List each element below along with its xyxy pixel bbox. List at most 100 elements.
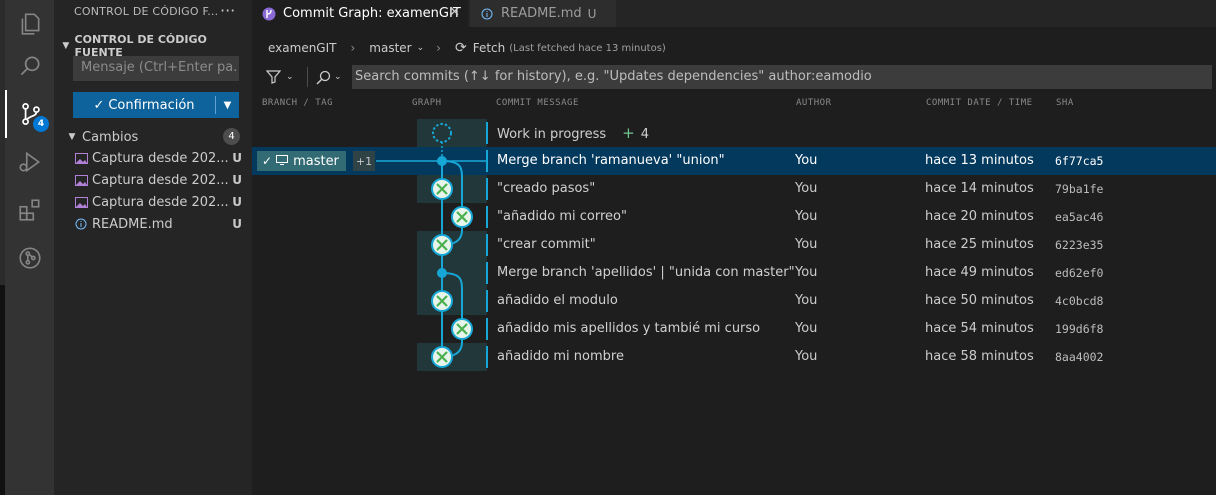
commit-message: "crear commit" [497, 237, 596, 252]
commit-sha: 8aa4002 [1055, 350, 1104, 364]
table-row[interactable]: añadido mi nombre You hace 58 minutos 8a… [252, 343, 1216, 371]
table-row[interactable]: añadido el modulo You hace 50 minutos 4c… [252, 287, 1216, 315]
repo-name[interactable]: examenGIT [268, 41, 336, 55]
commit-date: hace 25 minutos [925, 237, 1034, 252]
commit-message-input[interactable]: Mensaje (Ctrl+Enter pa... [73, 56, 239, 81]
table-row[interactable]: "añadido mi correo" You hace 20 minutos … [252, 203, 1216, 231]
check-icon: ✓ [93, 97, 105, 113]
tab-label: Commit Graph: examenGIT [283, 6, 461, 21]
chevron-down-icon: ▼ [68, 132, 76, 142]
more-branches-tag[interactable]: +1 [353, 151, 375, 171]
column-header-message[interactable]: COMMIT MESSAGE [496, 98, 579, 112]
close-icon[interactable]: ✕ [449, 5, 460, 20]
wip-label: Work in progress [497, 127, 607, 142]
fetch-button[interactable]: Fetch [473, 41, 506, 55]
commit-sha: 79ba1fe [1055, 182, 1104, 196]
table-row[interactable]: Merge branch 'apellidos' | "unida con ma… [252, 259, 1216, 287]
changes-group[interactable]: ▼ Cambios 4 [66, 127, 246, 147]
table-row[interactable]: Merge branch 'ramanueva' "union" You hac… [252, 147, 1216, 175]
graph-row-bg [417, 119, 487, 147]
commit-author: You [795, 181, 818, 196]
explorer-icon[interactable] [5, 0, 54, 48]
commit-date: hace 54 minutos [925, 321, 1034, 336]
branch-tag-label: master [293, 153, 339, 169]
graph-row-bg [417, 231, 487, 259]
tab-status: U [587, 6, 597, 21]
changes-label: Cambios [82, 129, 139, 145]
commit-date: hace 13 minutos [925, 153, 1034, 168]
refresh-icon[interactable]: ⟳ [455, 40, 467, 56]
commit-main-button[interactable]: ✓ Confirmación [73, 98, 215, 113]
extensions-icon[interactable] [5, 186, 54, 234]
list-item[interactable]: README.md U [74, 213, 242, 235]
info-icon [480, 7, 494, 21]
commit-date: hace 14 minutos [925, 181, 1034, 196]
file-name: README.md [92, 216, 173, 232]
commit-message: Merge branch 'apellidos' | "unida con ma… [497, 265, 795, 280]
tab-bar: Commit Graph: examenGIT ✕ README.md U [252, 0, 1216, 27]
list-item[interactable]: Captura desde 202... U [74, 169, 242, 191]
more-actions-icon[interactable]: ··· [220, 1, 235, 20]
list-item[interactable]: Captura desde 202... U [74, 191, 242, 213]
table-row[interactable]: "crear commit" You hace 25 minutos 6223e… [252, 231, 1216, 259]
table-row[interactable]: "creado pasos" You hace 14 minutos 79ba1… [252, 175, 1216, 203]
tab-commit-graph[interactable]: Commit Graph: examenGIT ✕ [252, 0, 468, 27]
commit-sha: 6223e35 [1055, 238, 1104, 252]
file-status: U [232, 173, 242, 187]
plus-icon: + [622, 124, 635, 142]
column-header-sha[interactable]: SHA [1056, 98, 1074, 112]
search-input[interactable]: Search commits (↑↓ for history), e.g. "U… [352, 65, 1212, 89]
commit-sha: ed62ef0 [1055, 266, 1104, 280]
graph-row-bg [417, 343, 487, 371]
chevron-down-icon: ▼ [62, 41, 70, 51]
branch-tag-master[interactable]: ✓ master [257, 151, 346, 171]
file-name: Captura desde 202... [92, 150, 229, 166]
filter-button[interactable]: ⌄ [266, 66, 300, 88]
toolbar-separator [307, 67, 308, 87]
commit-message: añadido mi nombre [497, 349, 624, 364]
commit-date: hace 49 minutos [925, 265, 1034, 280]
commit-sha: 199d6f8 [1055, 322, 1104, 336]
file-name: Captura desde 202... [92, 172, 229, 188]
search-icon[interactable] [5, 42, 54, 90]
source-control-sidebar: CONTROL DE CÓDIGO F... ··· ▼ CONTROL DE … [54, 0, 252, 495]
changes-count-badge: 4 [223, 128, 240, 145]
commit-sha: ea5ac46 [1055, 210, 1104, 224]
column-header-branch[interactable]: BRANCH / TAG [262, 98, 333, 112]
file-status: U [232, 151, 242, 165]
filter-icon [266, 70, 281, 84]
run-debug-icon[interactable] [5, 138, 54, 186]
gitlens-icon[interactable] [5, 234, 54, 282]
table-row[interactable]: Work in progress +4 [252, 119, 1216, 147]
column-header-author[interactable]: AUTHOR [796, 98, 832, 112]
chevron-right-icon: › [350, 41, 356, 55]
graph-row-bg [417, 175, 487, 203]
image-file-icon [74, 152, 88, 164]
commit-button[interactable]: ✓ Confirmación ▼ [73, 92, 239, 118]
commit-author: You [795, 321, 818, 336]
tab-label: README.md [501, 6, 582, 21]
table-row[interactable]: añadido mis apellidos y tambié mi curso … [252, 315, 1216, 343]
source-control-icon[interactable]: 4 [5, 90, 54, 138]
commit-author: You [795, 237, 818, 252]
branch-name[interactable]: master [369, 41, 411, 55]
search-bar: ⌄ ⌄ Search commits (↑↓ for history), e.g… [252, 64, 1216, 90]
column-header-graph[interactable]: GRAPH [412, 98, 442, 112]
list-item[interactable]: Captura desde 202... U [74, 147, 242, 169]
commit-author: You [795, 209, 818, 224]
search-mode-button[interactable]: ⌄ [316, 66, 346, 88]
image-file-icon [74, 196, 88, 208]
commit-message: añadido mis apellidos y tambié mi curso [497, 321, 761, 336]
sidebar-title: CONTROL DE CÓDIGO F... [74, 5, 219, 18]
file-status: U [232, 217, 242, 231]
column-header-date[interactable]: COMMIT DATE / TIME [926, 98, 1033, 112]
commit-sha: 4c0bcd8 [1055, 294, 1104, 308]
wip-row: Work in progress +4 [497, 119, 649, 147]
file-name: Captura desde 202... [92, 194, 229, 210]
commit-label: Confirmación [108, 97, 195, 113]
graph-row-bg [417, 259, 487, 287]
chevron-down-icon[interactable]: ▼ [216, 100, 239, 111]
tab-readme[interactable]: README.md U [470, 0, 616, 27]
commit-author: You [795, 153, 818, 168]
wip-count: 4 [640, 127, 650, 142]
